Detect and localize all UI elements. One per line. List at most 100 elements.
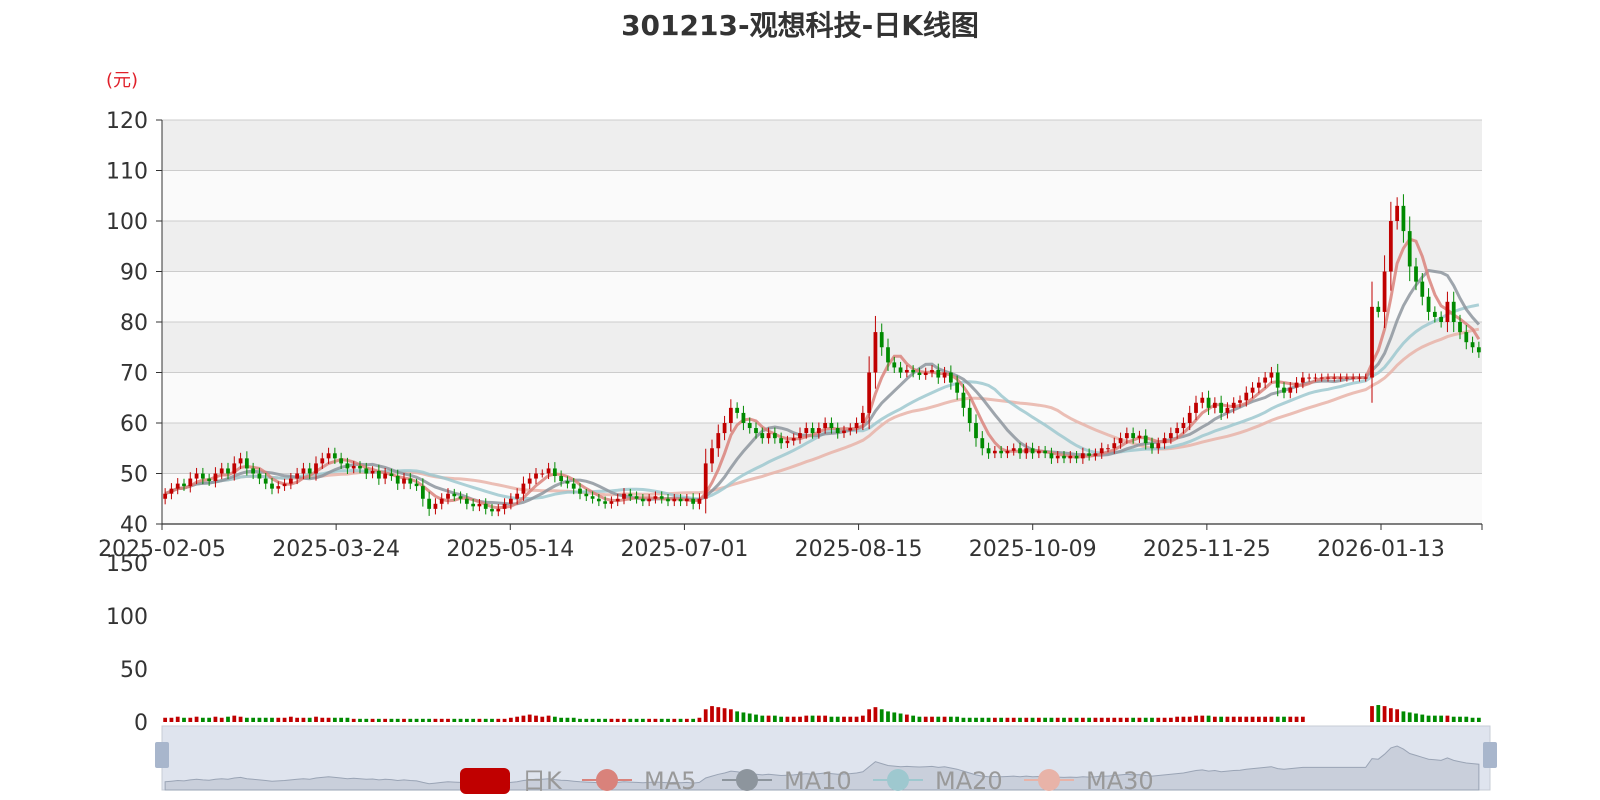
volume-bar <box>904 714 909 722</box>
candle-body <box>634 496 639 499</box>
volume-bar <box>754 714 758 722</box>
candle-body <box>1357 377 1362 379</box>
candle-body <box>490 508 494 512</box>
price-unit-label: (元) <box>106 70 138 91</box>
volume-bar <box>829 716 834 722</box>
volume-bar <box>175 716 180 722</box>
candle-body <box>967 407 972 423</box>
candle-body <box>678 498 683 502</box>
candle-body <box>1439 316 1444 322</box>
volume-bar <box>351 718 356 722</box>
volume-bar <box>1212 716 1217 722</box>
x-tick-label: 2025-07-01 <box>620 537 748 562</box>
candle-body <box>1263 377 1268 383</box>
volume-bar <box>1388 708 1393 722</box>
volume-bar <box>1282 716 1286 722</box>
candle-body <box>420 486 425 499</box>
volume-bar <box>320 717 325 722</box>
volume-bar <box>804 715 809 722</box>
candle-body <box>892 362 897 368</box>
candle-body <box>389 473 394 477</box>
candle-body <box>622 493 626 499</box>
volume-bar <box>948 716 953 722</box>
candle-body <box>1124 433 1129 439</box>
volume-bar <box>578 718 582 722</box>
volume-bar <box>402 718 406 722</box>
volume-bar <box>1030 717 1035 722</box>
volume-bar <box>955 716 960 722</box>
candle-body <box>955 382 960 393</box>
volume-bar <box>653 718 658 722</box>
volume-bar <box>747 713 752 722</box>
candle-body <box>288 478 293 484</box>
volume-bar <box>892 712 897 722</box>
legend-item-label: MA20 <box>935 767 1003 795</box>
candle-body <box>1300 377 1305 383</box>
price-tick-label: 80 <box>120 311 148 336</box>
volume-bar <box>471 718 476 722</box>
candle-body <box>1055 455 1060 459</box>
candle-body <box>1212 402 1217 408</box>
candle-body <box>238 458 243 464</box>
volume-bar <box>1250 716 1255 722</box>
candle-body <box>716 433 721 449</box>
volume-bar <box>842 716 846 722</box>
candle-body <box>1326 377 1330 379</box>
volume-bar <box>565 717 570 722</box>
candle-body <box>282 483 287 487</box>
candle-body <box>358 465 362 469</box>
zoom-handle-left[interactable] <box>155 742 169 768</box>
candle-body <box>251 468 256 474</box>
candle-body <box>980 438 985 449</box>
volume-bar <box>1458 716 1462 722</box>
candle-body <box>376 470 381 479</box>
volume-bar <box>490 718 494 722</box>
candle-body <box>590 496 595 499</box>
volume-bar <box>1005 717 1010 722</box>
candle-body <box>1244 392 1249 401</box>
volume-bar <box>389 718 394 722</box>
candle-body <box>395 476 400 484</box>
volume-bar <box>1256 716 1261 722</box>
candle-body <box>911 369 916 373</box>
candle-body <box>1168 433 1173 439</box>
legend-item-label: MA10 <box>784 767 852 795</box>
candle-body <box>842 430 846 434</box>
volume-bar <box>301 717 306 722</box>
volume-bar <box>408 718 413 722</box>
candle-body <box>477 503 482 507</box>
candle-body <box>860 412 865 423</box>
candle-body <box>640 498 645 502</box>
volume-bar <box>1168 717 1173 722</box>
volume-bar <box>1036 717 1041 722</box>
volume-bar <box>1175 716 1180 722</box>
volume-bar <box>716 707 721 722</box>
volume-bar <box>1181 716 1186 722</box>
zoom-handle-right[interactable] <box>1483 742 1497 768</box>
candle-body <box>628 493 633 497</box>
volume-tick-label: 50 <box>120 658 148 683</box>
volume-bar <box>446 718 450 722</box>
price-tick-label: 90 <box>120 261 148 286</box>
candle-body <box>1005 450 1010 454</box>
volume-bar <box>213 716 218 722</box>
volume-y-axis: 050100150 <box>106 552 148 736</box>
volume-bar <box>741 712 746 722</box>
candle-body <box>1106 448 1110 450</box>
volume-bar <box>376 718 381 722</box>
candle-body <box>534 473 538 479</box>
volume-bar <box>691 718 696 722</box>
candle-body <box>754 428 758 434</box>
candle-body <box>810 428 815 434</box>
candle-body <box>301 468 306 474</box>
volume-bar <box>628 718 633 722</box>
candle-body <box>615 498 620 502</box>
x-tick-label: 2025-02-05 <box>98 537 226 562</box>
volume-bar <box>678 718 683 722</box>
candle-body <box>1288 387 1293 393</box>
candle-icon <box>460 768 510 794</box>
candle-body <box>1256 382 1261 388</box>
candle-body <box>1351 377 1356 379</box>
candle-body <box>383 473 388 479</box>
volume-bar <box>898 713 903 722</box>
